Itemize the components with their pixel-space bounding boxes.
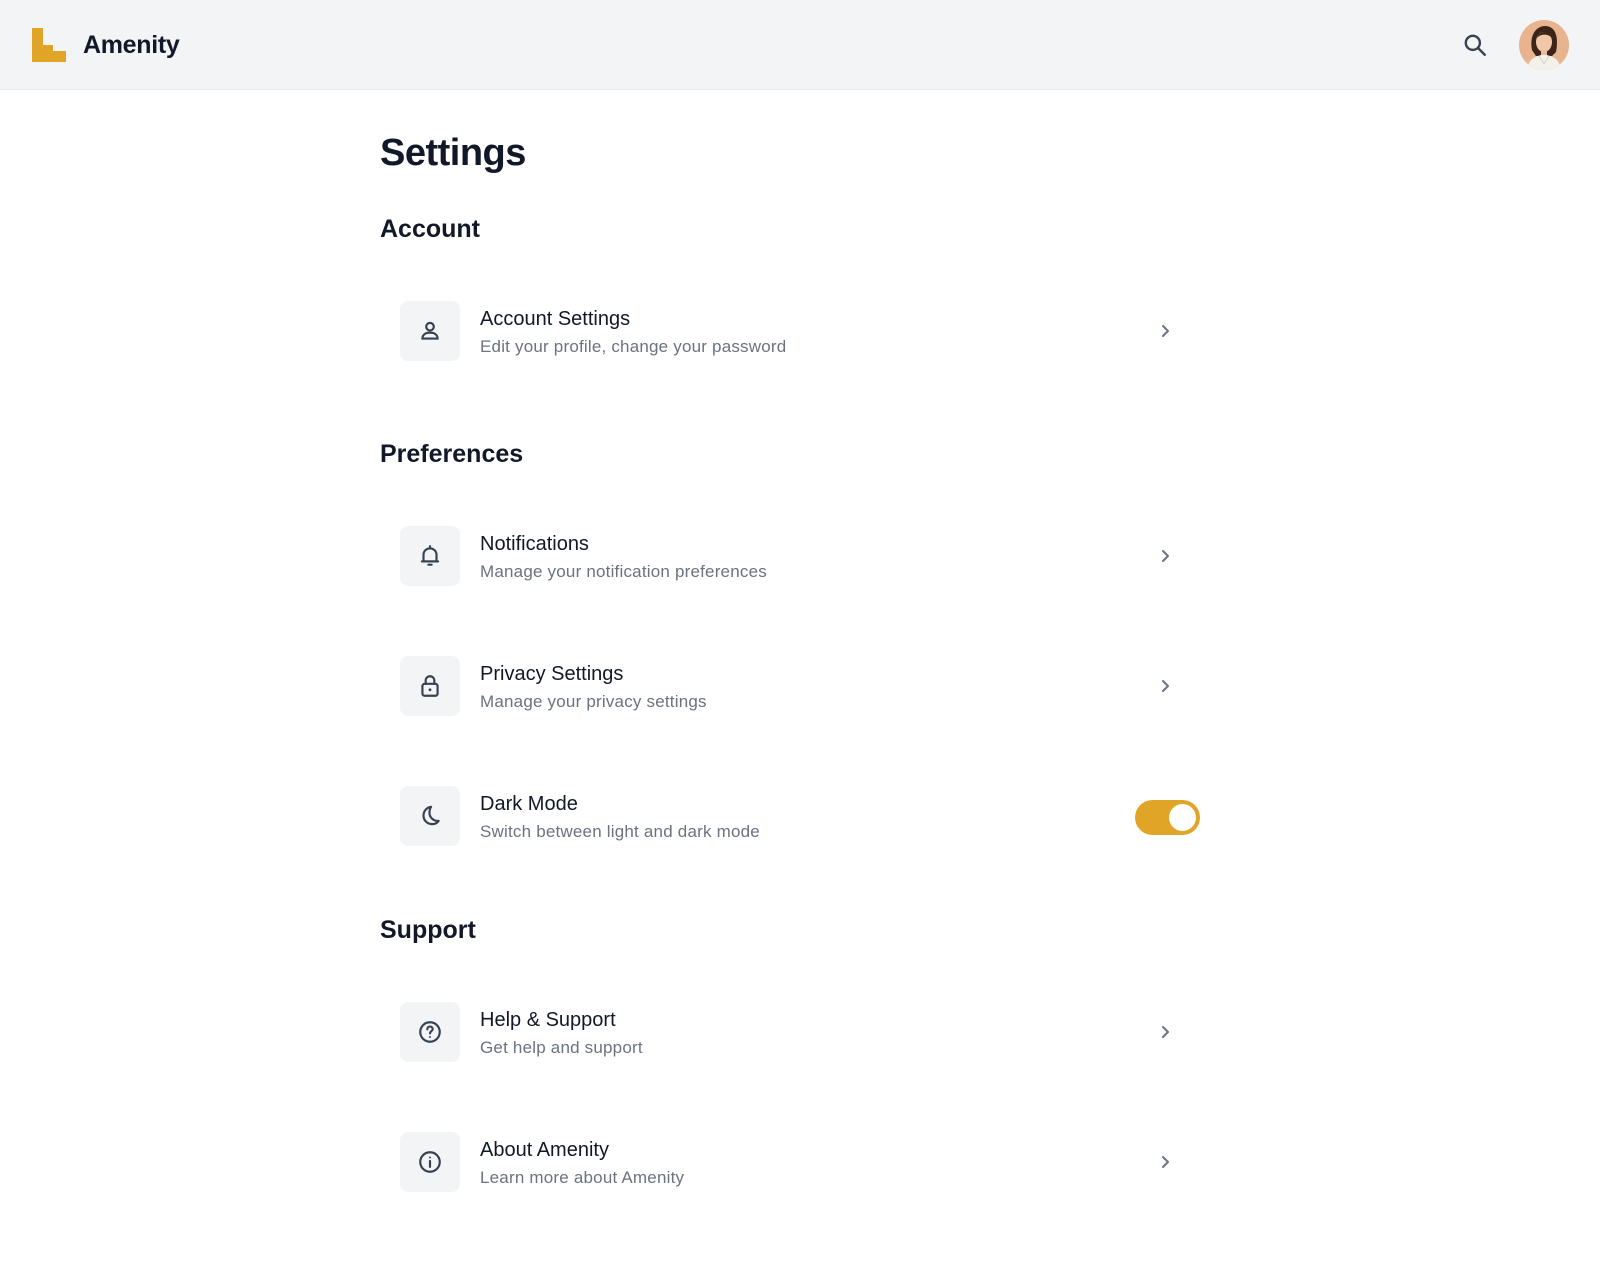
chevron-right-icon — [1154, 675, 1176, 697]
settings-item-help-support[interactable]: Help & Support Get help and support — [400, 1002, 1200, 1064]
item-title: Notifications — [480, 533, 589, 555]
user-icon — [421, 321, 439, 340]
app-name: Amenity — [83, 30, 180, 59]
help-circle-icon — [419, 1021, 441, 1043]
settings-item-notifications[interactable]: Notifications Manage your notification p… — [400, 526, 1200, 588]
icon-container — [400, 1002, 460, 1062]
top-bar: Amenity — [0, 0, 1600, 90]
dark-mode-toggle[interactable] — [1135, 800, 1200, 835]
icon-container — [400, 1132, 460, 1192]
chevron-right-icon — [1154, 545, 1176, 567]
settings-item-privacy-settings[interactable]: Privacy Settings Manage your privacy set… — [400, 656, 1200, 718]
page-title: Settings — [380, 132, 526, 174]
info-icon — [419, 1151, 441, 1173]
icon-container — [400, 786, 460, 846]
icon-container — [400, 656, 460, 716]
lock-icon — [421, 675, 439, 697]
item-subtitle: Manage your privacy settings — [480, 692, 707, 711]
moon-icon — [422, 805, 440, 826]
item-title: About Amenity — [480, 1139, 609, 1161]
item-title: Help & Support — [480, 1009, 616, 1031]
chevron-right-icon — [1154, 1021, 1176, 1043]
section-title-support: Support — [380, 916, 476, 944]
item-subtitle: Edit your profile, change your password — [480, 337, 787, 356]
item-subtitle: Get help and support — [480, 1038, 643, 1057]
section-title-account: Account — [380, 215, 480, 243]
chevron-right-icon — [1154, 1151, 1176, 1173]
icon-container — [400, 526, 460, 586]
user-avatar[interactable] — [1519, 20, 1569, 70]
search-icon — [1464, 34, 1486, 56]
amenity-logo-icon — [32, 28, 66, 62]
settings-item-account-settings[interactable]: Account Settings Edit your profile, chan… — [400, 301, 1200, 363]
item-subtitle: Manage your notification preferences — [480, 562, 767, 581]
settings-item-about-amenity[interactable]: About Amenity Learn more about Amenity — [400, 1132, 1200, 1194]
item-title: Account Settings — [480, 308, 631, 330]
avatar-image — [1519, 20, 1569, 70]
section-title-preferences: Preferences — [380, 440, 524, 468]
item-subtitle: Switch between light and dark mode — [480, 822, 760, 841]
brand[interactable]: Amenity — [32, 27, 180, 63]
chevron-right-icon — [1154, 320, 1176, 342]
item-subtitle: Learn more about Amenity — [480, 1168, 685, 1187]
toggle-knob — [1169, 804, 1196, 831]
bell-icon — [420, 545, 440, 566]
settings-item-dark-mode: Dark Mode Switch between light and dark … — [400, 786, 1200, 848]
icon-container — [400, 301, 460, 361]
item-title: Dark Mode — [480, 793, 578, 815]
item-title: Privacy Settings — [480, 663, 624, 685]
search-button[interactable] — [1458, 28, 1492, 62]
